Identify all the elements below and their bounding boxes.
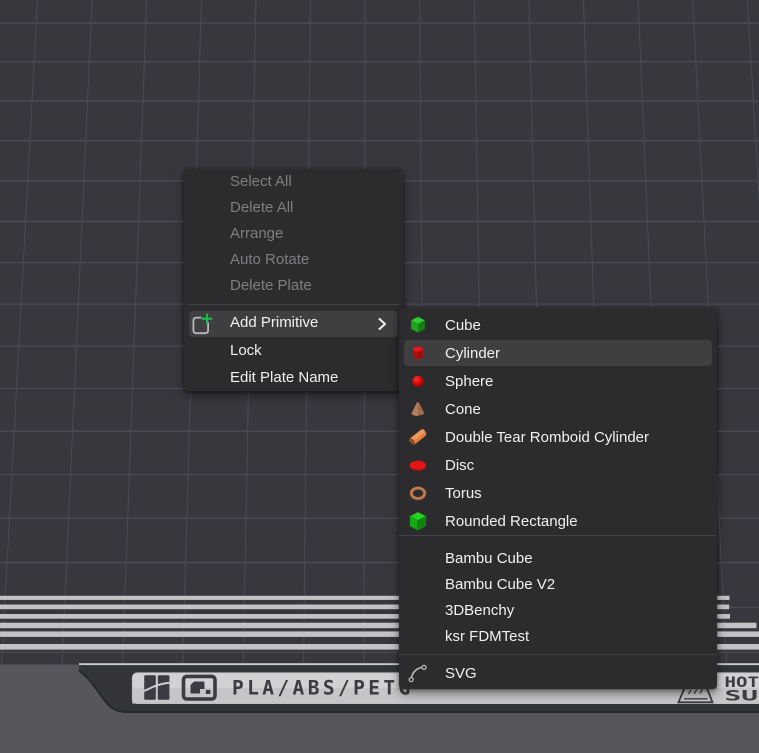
menu-separator	[188, 304, 399, 305]
submenu-item-label: Bambu Cube	[445, 550, 533, 567]
submenu-item-label: Double Tear Romboid Cylinder	[445, 429, 649, 446]
menu-item-lock[interactable]: Lock	[184, 337, 403, 365]
submenu-arrow-icon	[378, 317, 387, 329]
submenu-item-cone[interactable]: Cone	[399, 395, 717, 423]
submenu-item-cube[interactable]: Cube	[399, 311, 717, 339]
submenu-item-label: ksr FDMTest	[445, 628, 529, 645]
submenu-item-double-tear-romboid-cylinder[interactable]: Double Tear Romboid Cylinder	[399, 423, 717, 451]
menu-item-label: Delete All	[230, 199, 293, 216]
submenu-item-disc[interactable]: Disc	[399, 451, 717, 479]
submenu-item-label: SVG	[445, 665, 477, 682]
viewport-3d[interactable]: { "viewport": { "background_color": "#56…	[0, 0, 759, 753]
menu-item-edit-plate-name[interactable]: Edit Plate Name	[184, 365, 403, 391]
context-menu: Select All Delete All Arrange Auto Rotat…	[184, 169, 403, 391]
menu-item-auto-rotate[interactable]: Auto Rotate	[184, 246, 403, 272]
submenu-item-sphere[interactable]: Sphere	[399, 367, 717, 395]
submenu-item-bambu-cube-v2[interactable]: Bambu Cube V2	[399, 572, 717, 598]
menu-item-label: Edit Plate Name	[230, 369, 338, 386]
submenu-item-label: Disc	[445, 457, 474, 474]
submenu-item-label: Sphere	[445, 373, 493, 390]
submenu-separator	[399, 535, 717, 536]
submenu-item-rounded-rectangle[interactable]: Rounded Rectangle	[399, 507, 717, 535]
submenu-item-label: Cone	[445, 401, 481, 418]
submenu-item-label: Bambu Cube V2	[445, 576, 555, 593]
submenu-item-ksr-fdmtest[interactable]: ksr FDMTest	[399, 623, 717, 649]
torus-icon	[408, 483, 428, 503]
romboid-cylinder-icon	[408, 427, 428, 447]
menu-item-label: Auto Rotate	[230, 251, 309, 268]
submenu-item-3dbenchy[interactable]: 3DBenchy	[399, 598, 717, 624]
submenu-item-label: 3DBenchy	[445, 602, 514, 619]
submenu-item-torus[interactable]: Torus	[399, 479, 717, 507]
menu-item-arrange[interactable]: Arrange	[184, 221, 403, 247]
sphere-icon	[408, 371, 428, 391]
menu-item-label: Lock	[230, 342, 262, 359]
menu-item-label: Select All	[230, 173, 292, 190]
submenu-item-label: Torus	[445, 485, 482, 502]
submenu-item-svg[interactable]: SVG	[399, 659, 717, 687]
add-primitive-icon	[190, 311, 214, 335]
menu-item-delete-plate[interactable]: Delete Plate	[184, 272, 403, 298]
submenu-item-cylinder[interactable]: Cylinder	[399, 339, 717, 367]
bezier-curve-icon	[408, 663, 428, 683]
menu-item-delete-all[interactable]: Delete All	[184, 195, 403, 221]
menu-item-add-primitive[interactable]: Add Primitive	[184, 309, 403, 337]
menu-item-select-all[interactable]: Select All	[184, 169, 403, 195]
cylinder-icon	[408, 343, 428, 363]
submenu-item-label: Rounded Rectangle	[445, 513, 578, 530]
submenu-item-label: Cylinder	[445, 345, 500, 362]
plate-label-text: PLA/ABS/PETG	[232, 677, 414, 700]
menu-item-label: Delete Plate	[230, 277, 312, 294]
menu-item-label: Add Primitive	[230, 314, 318, 331]
cube-icon	[408, 315, 428, 335]
hot-bed-warning-line2: SU	[725, 688, 759, 704]
disc-icon	[408, 455, 428, 475]
cone-icon	[408, 399, 428, 419]
menu-item-label: Arrange	[230, 225, 283, 242]
add-primitive-submenu: Cube Cylinder Sphere	[399, 308, 717, 689]
submenu-item-label: Cube	[445, 317, 481, 334]
submenu-separator	[399, 654, 717, 655]
rounded-rectangle-icon	[408, 511, 428, 531]
submenu-item-bambu-cube[interactable]: Bambu Cube	[399, 546, 717, 572]
